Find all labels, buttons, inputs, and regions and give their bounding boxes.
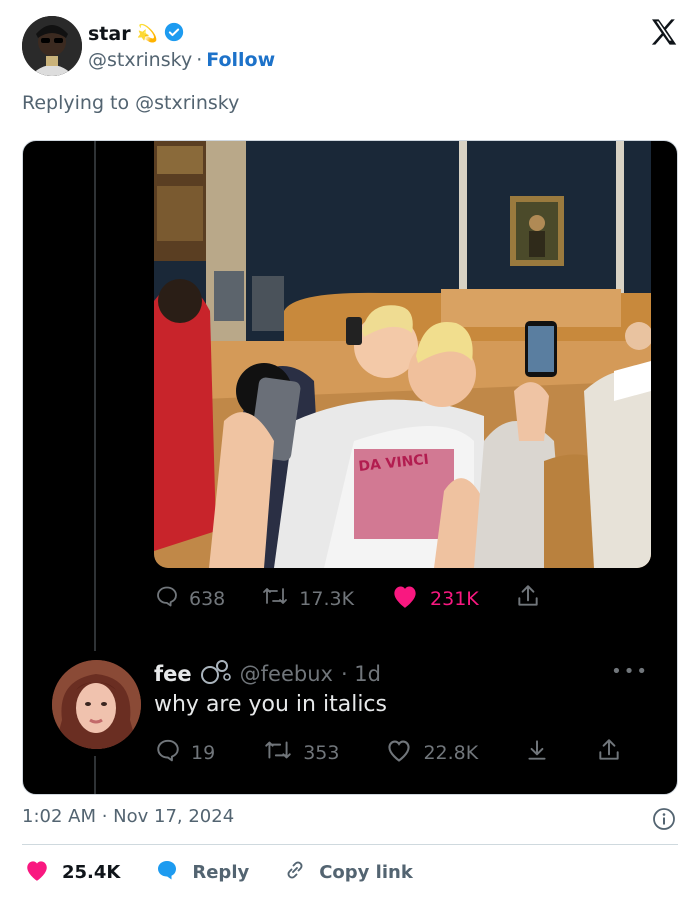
author-handle-row: @stxrinsky · Follow [88, 49, 275, 71]
bookmark-action[interactable] [524, 737, 550, 768]
footer-reply-label: Reply [192, 862, 250, 883]
thread-line [94, 756, 96, 794]
handle-separator: · [196, 49, 203, 71]
retweet-icon [263, 737, 293, 768]
reply-text: why are you in italics [154, 692, 387, 717]
copy-link-button[interactable]: Copy link [283, 858, 413, 887]
reply-age: · 1d [340, 661, 381, 686]
reply-handle[interactable]: @feebux [240, 662, 333, 686]
tweet-footer: 25.4K Reply Copy link [24, 858, 447, 887]
reply-reply-count: 19 [191, 741, 216, 764]
reply-reply-action[interactable]: 19 [155, 737, 215, 768]
x-logo-icon[interactable] [648, 16, 682, 50]
reply-actions: 19 353 22.8K [155, 737, 622, 768]
original-actions: 638 17.3K 231K [155, 583, 577, 614]
share-action[interactable] [515, 583, 541, 614]
replying-to: Replying to @stxrinsky [22, 92, 240, 114]
reply-action[interactable]: 638 [155, 584, 225, 613]
reply-header: fee @feebux · 1d [154, 656, 381, 691]
retweet-icon [261, 584, 289, 613]
thread-line [94, 141, 96, 651]
follow-button[interactable]: Follow [206, 49, 275, 71]
embedded-photo[interactable]: DA VINCI [154, 141, 651, 568]
tweet-header: star 💫 @stxrinsky · Follow [22, 16, 682, 80]
heart-icon [390, 583, 420, 614]
reply-share-action[interactable] [596, 737, 622, 768]
like-action[interactable]: 231K [390, 583, 479, 614]
like-count: 231K [430, 587, 479, 610]
info-icon[interactable] [652, 807, 676, 831]
reply-retweet-count: 353 [303, 741, 340, 764]
footer-reply-button[interactable]: Reply [154, 858, 249, 887]
dizzy-emoji: 💫 [136, 24, 158, 44]
verified-badge-icon [164, 22, 184, 46]
reply-like-action[interactable]: 22.8K [385, 737, 478, 768]
author-avatar[interactable] [22, 16, 82, 76]
reply-count: 638 [189, 587, 226, 610]
bookmark-icon [524, 737, 550, 768]
reply-avatar[interactable] [52, 660, 141, 749]
author-name-row: star 💫 [88, 22, 184, 46]
footer-like-button[interactable]: 25.4K [24, 858, 120, 887]
author-display-name[interactable]: star [88, 23, 131, 45]
reply-bubble-icon [154, 858, 180, 887]
heart-icon [385, 737, 413, 768]
share-icon [596, 737, 622, 768]
retweet-action[interactable]: 17.3K [261, 584, 354, 613]
more-options-icon[interactable]: ••• [611, 661, 649, 682]
link-icon [283, 858, 307, 887]
embedded-screenshot[interactable]: DA VINCI 638 17.3K 231K fee @feebux · 1d… [22, 140, 678, 795]
retweet-count: 17.3K [299, 587, 355, 610]
author-handle[interactable]: @stxrinsky [88, 49, 192, 71]
bubbles-icon [200, 656, 232, 691]
reply-icon [155, 737, 181, 768]
reply-display-name[interactable]: fee [154, 662, 192, 686]
reply-icon [155, 584, 179, 613]
footer-like-count: 25.4K [62, 862, 121, 883]
copy-link-label: Copy link [319, 862, 413, 883]
divider [22, 844, 678, 845]
reply-like-count: 22.8K [423, 741, 479, 764]
heart-icon [24, 858, 50, 887]
tweet-timestamp[interactable]: 1:02 AM · Nov 17, 2024 [22, 806, 234, 827]
reply-retweet-action[interactable]: 353 [263, 737, 339, 768]
share-icon [515, 583, 541, 614]
